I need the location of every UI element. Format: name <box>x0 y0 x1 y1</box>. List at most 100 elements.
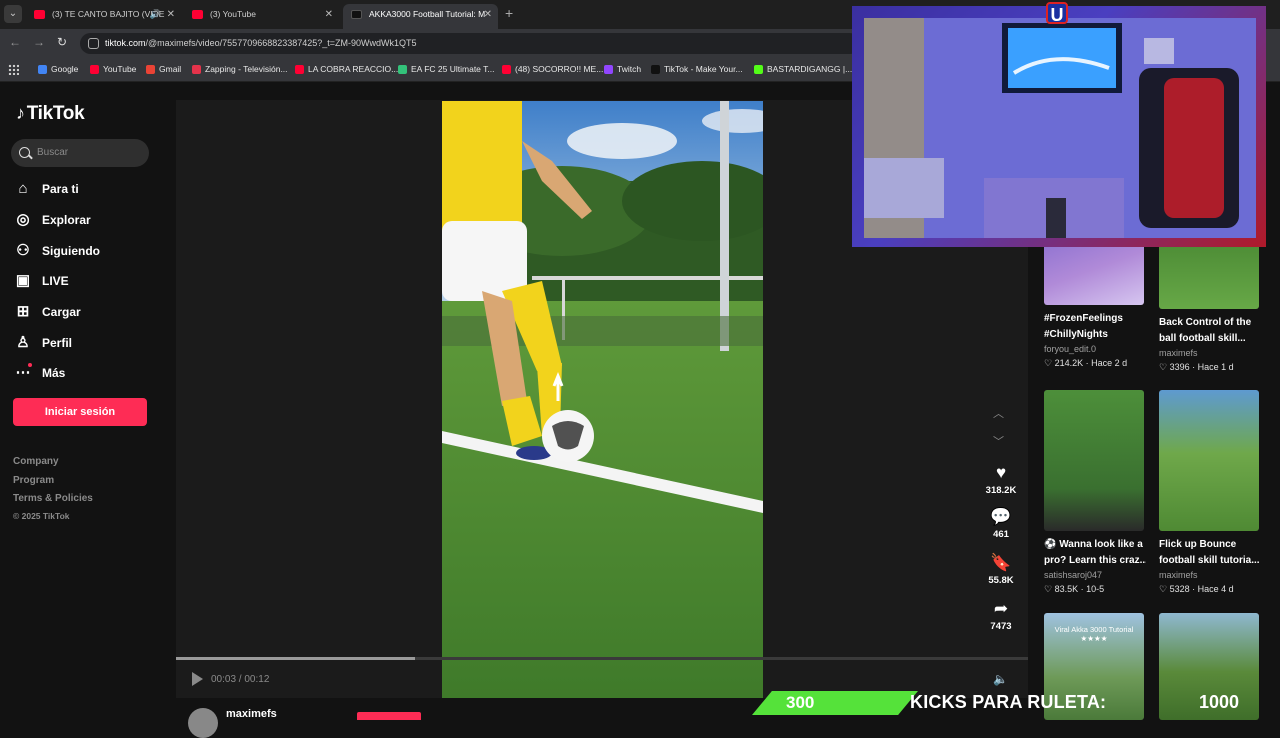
video-timecode: 00:03 / 00:12 <box>211 674 270 685</box>
recommended-video[interactable]: #FrozenFeelings #ChillyNights foryou_edi… <box>1044 233 1146 370</box>
close-tab-icon[interactable]: ✕ <box>325 4 333 25</box>
video-title-line2: #ChillyNights <box>1044 329 1108 340</box>
video-progress-bar[interactable] <box>176 657 1028 660</box>
play-icon[interactable] <box>192 672 203 686</box>
bookmark-label: Gmail <box>159 64 182 74</box>
tab-label: AKKA3000 Football Tutorial: M <box>369 9 486 19</box>
profile-icon: ♙ <box>16 334 30 351</box>
new-tab-button[interactable]: + <box>505 5 513 21</box>
search-input[interactable]: Buscar <box>11 139 149 167</box>
webcam-feed <box>864 18 1256 238</box>
bookmark-item[interactable]: TikTok - Make Your... <box>651 63 743 76</box>
bookmark-item[interactable]: (48) SOCORRO!! ME... <box>502 63 603 76</box>
video-thumbnail <box>1159 237 1259 309</box>
tab-youtube-song[interactable]: (3) TE CANTO BAJITO (VIDE 🔊 ✕ <box>26 4 181 29</box>
bookmark-favicon-icon <box>146 65 155 74</box>
video-player[interactable] <box>442 101 763 698</box>
like-button[interactable]: ♥ 318.2K <box>983 463 1019 496</box>
reload-icon[interactable]: ↻ <box>57 35 67 49</box>
close-tab-icon[interactable]: ✕ <box>167 4 175 25</box>
tiktok-note-icon: ♪ <box>16 103 25 123</box>
bookmark-item[interactable]: Zapping - Televisión... <box>192 63 288 76</box>
bookmark-favicon-icon <box>604 65 613 74</box>
video-thumbnail <box>1159 390 1259 531</box>
bookmark-item[interactable]: BASTARDIGANGG |... <box>754 63 852 76</box>
tab-tiktok-video[interactable]: AKKA3000 Football Tutorial: M ✕ <box>343 4 498 29</box>
tiktok-logo[interactable]: ♪ TikTok <box>16 103 85 125</box>
bookmark-favicon-icon <box>38 65 47 74</box>
video-progress-fill <box>176 657 415 660</box>
bookmark-icon: 🔖 <box>990 553 1012 572</box>
bookmark-label: Google <box>51 64 79 74</box>
upload-icon: ⊞ <box>16 303 30 320</box>
share-icon: ➦ <box>993 599 1009 618</box>
bookmark-item[interactable]: LA COBRA REACCIO... <box>295 63 398 76</box>
recommended-video[interactable]: Flick up Bounce football skill tutoria..… <box>1159 390 1261 596</box>
follow-button[interactable] <box>357 712 421 720</box>
avatar[interactable] <box>188 708 218 738</box>
video-meta: ♡ 3396 · Hace 1 d <box>1159 362 1234 372</box>
share-button[interactable]: ➦ 7473 <box>983 599 1019 632</box>
bookmark-favicon-icon <box>295 65 304 74</box>
save-button[interactable]: 🔖 55.8K <box>983 553 1019 586</box>
video-title-line1: #FrozenFeelings <box>1044 313 1123 324</box>
nav-live[interactable]: ▣ LIVE <box>14 270 69 292</box>
comment-icon: 💬 <box>990 507 1012 526</box>
previous-video-chevron-icon[interactable]: ︿ <box>993 405 1004 421</box>
bookmark-label: Twitch <box>617 64 642 74</box>
save-count: 55.8K <box>988 575 1014 586</box>
login-button[interactable]: Iniciar sesión <box>13 398 147 426</box>
author-name: maximefs <box>226 708 277 720</box>
bookmark-favicon-icon <box>754 65 763 74</box>
bookmark-item[interactable]: Gmail <box>146 63 181 76</box>
footer-company-link[interactable]: Company <box>13 456 59 467</box>
bookmark-item[interactable]: Twitch <box>604 63 641 76</box>
video-author-name: maximefs <box>1159 570 1198 580</box>
live-icon: ▣ <box>15 272 31 289</box>
tab-youtube-home[interactable]: (3) YouTube ✕ <box>184 4 339 29</box>
video-author[interactable]: maximefs <box>188 708 277 738</box>
kick-count-current: 300 <box>786 693 815 712</box>
copyright: © 2025 TikTok <box>13 511 70 521</box>
comment-button[interactable]: 💬 461 <box>983 507 1019 540</box>
heart-icon: ♥ <box>995 463 1007 482</box>
recommended-video[interactable]: ⚽ Wanna look like a pro? Learn this craz… <box>1044 390 1146 596</box>
recommended-video[interactable]: Back Control of the ball football skill.… <box>1159 237 1261 374</box>
url-host: tiktok.com <box>105 38 146 48</box>
nav-para-ti[interactable]: ⌂ Para ti <box>14 178 78 200</box>
volume-icon[interactable]: 🔈 <box>993 672 1008 686</box>
more-icon: ⋯ <box>15 363 32 381</box>
share-count: 7473 <box>990 621 1012 632</box>
next-video-chevron-icon[interactable]: ﹀ <box>993 433 1004 449</box>
kicks-label: KICKS PARA RULETA: <box>910 692 1107 712</box>
apps-grid-icon[interactable] <box>8 64 19 75</box>
nav-cargar[interactable]: ⊞ Cargar <box>14 301 81 323</box>
video-title-line2: pro? Learn this craz... <box>1044 555 1146 566</box>
bookmark-label: TikTok - Make Your... <box>664 64 743 74</box>
back-arrow-icon[interactable]: ← <box>9 35 21 49</box>
streamer-webcam-overlay <box>852 6 1266 247</box>
nav-perfil[interactable]: ♙ Perfil <box>14 332 72 354</box>
thumbnail-caption: Viral Akka 3000 Tutorial ★★★★ <box>1054 625 1134 643</box>
site-info-icon[interactable] <box>88 38 99 49</box>
video-title-line2: football skill tutoria... <box>1159 555 1260 566</box>
bookmark-label: EA FC 25 Ultimate T... <box>411 64 495 74</box>
address-bar[interactable]: tiktok.com/@maximefs/video/7557709668823… <box>80 33 860 54</box>
nav-explorar[interactable]: ◎ Explorar <box>14 209 90 231</box>
footer-terms-link[interactable]: Terms & Policies <box>13 493 93 504</box>
bookmark-item[interactable]: Google <box>38 63 78 76</box>
compass-icon: ◎ <box>16 211 30 228</box>
bookmark-item[interactable]: YouTube <box>90 63 136 76</box>
bookmark-item[interactable]: EA FC 25 Ultimate T... <box>398 63 494 76</box>
bookmark-favicon-icon <box>398 65 407 74</box>
following-icon: ⚇ <box>16 242 30 259</box>
nav-siguiendo[interactable]: ⚇ Siguiendo <box>14 240 100 262</box>
footer-program-link[interactable]: Program <box>13 475 54 486</box>
nav-mas[interactable]: ⋯ Más <box>14 362 65 384</box>
close-tab-icon[interactable]: ✕ <box>484 4 492 25</box>
tab-search-button[interactable]: ⌄ <box>4 5 22 23</box>
bookmark-favicon-icon <box>502 65 511 74</box>
forward-arrow-icon[interactable]: → <box>33 35 45 49</box>
speaker-icon[interactable]: 🔊 <box>150 4 161 25</box>
bookmark-label: (48) SOCORRO!! ME... <box>515 64 604 74</box>
